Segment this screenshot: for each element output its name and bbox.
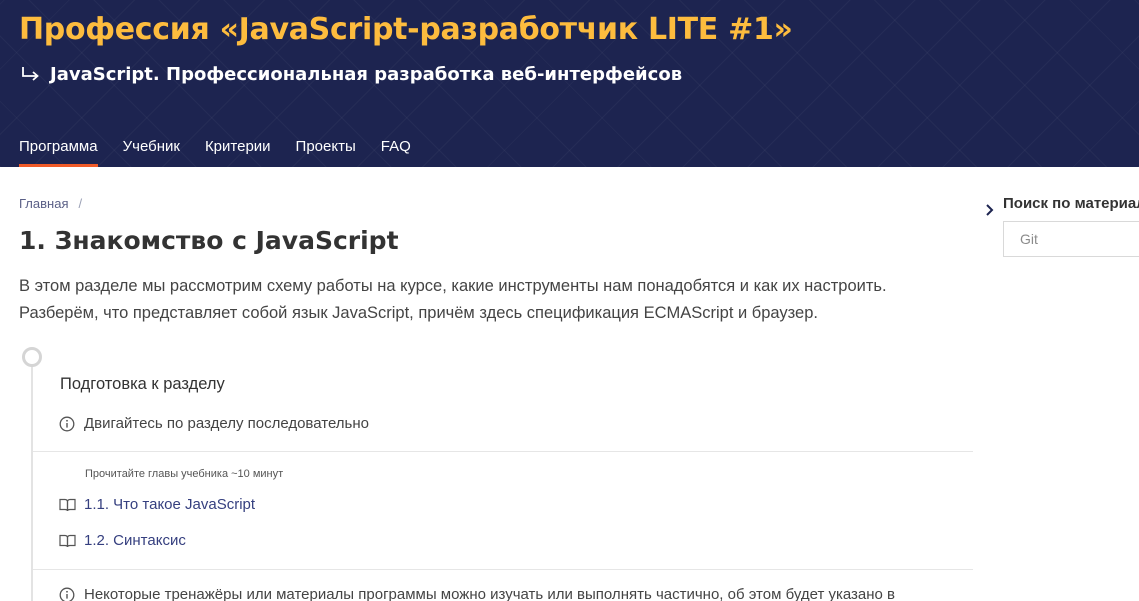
reading-label: Прочитайте главы учебника ~10 минут [85,468,284,480]
notice-text: Некоторые тренажёры или материалы програ… [84,586,896,601]
timeline-step-marker [22,347,42,367]
return-arrow-icon [20,66,40,84]
chevron-right-icon[interactable] [985,203,995,217]
search-title: Поиск по материалам [1003,195,1139,212]
tab-criteria[interactable]: Критерии [205,138,271,167]
tab-faq[interactable]: FAQ [381,138,411,167]
section-intro: В этом разделе мы рассмотрим схему работ… [19,273,979,327]
notice-text: Двигайтесь по разделу последовательно [84,415,369,432]
course-subtitle[interactable]: JavaScript. Профессиональная разработка … [20,64,682,85]
breadcrumb-separator: / [78,196,83,211]
divider [33,569,973,570]
divider [33,451,973,452]
chapter-link-1-2[interactable]: 1.2. Синтаксис [59,532,186,549]
section-nav: Программа Учебник Критерии Проекты FAQ [19,138,436,167]
page-title: 1. Знакомство с JavaScript [19,226,399,255]
breadcrumb-home[interactable]: Главная [19,196,68,211]
intro-line: Разберём, что представляет собой язык Ja… [19,304,818,322]
book-icon [59,534,76,548]
course-header: Профессия «JavaScript-разработчик LITE #… [0,0,1139,167]
tab-textbook[interactable]: Учебник [123,138,180,167]
chapter-link-1-1[interactable]: 1.1. Что такое JavaScript [59,496,255,513]
info-icon [59,587,75,601]
intro-line: В этом разделе мы рассмотрим схему работ… [19,277,887,295]
breadcrumb: Главная / [19,196,82,211]
chapter-link-label[interactable]: 1.1. Что такое JavaScript [84,496,255,513]
search-input[interactable] [1003,221,1139,257]
course-title: JavaScript. Профессиональная разработка … [50,64,683,85]
chapter-link-label[interactable]: 1.2. Синтаксис [84,532,186,549]
book-icon [59,498,76,512]
notice-partial: Некоторые тренажёры или материалы програ… [59,586,895,601]
tab-projects[interactable]: Проекты [296,138,356,167]
timeline-line [31,366,33,601]
profession-title: Профессия «JavaScript-разработчик LITE #… [19,12,793,47]
tab-program[interactable]: Программа [19,138,98,167]
info-icon [59,416,75,432]
section-heading: Подготовка к разделу [60,375,225,393]
notice-sequence: Двигайтесь по разделу последовательно [59,415,369,432]
